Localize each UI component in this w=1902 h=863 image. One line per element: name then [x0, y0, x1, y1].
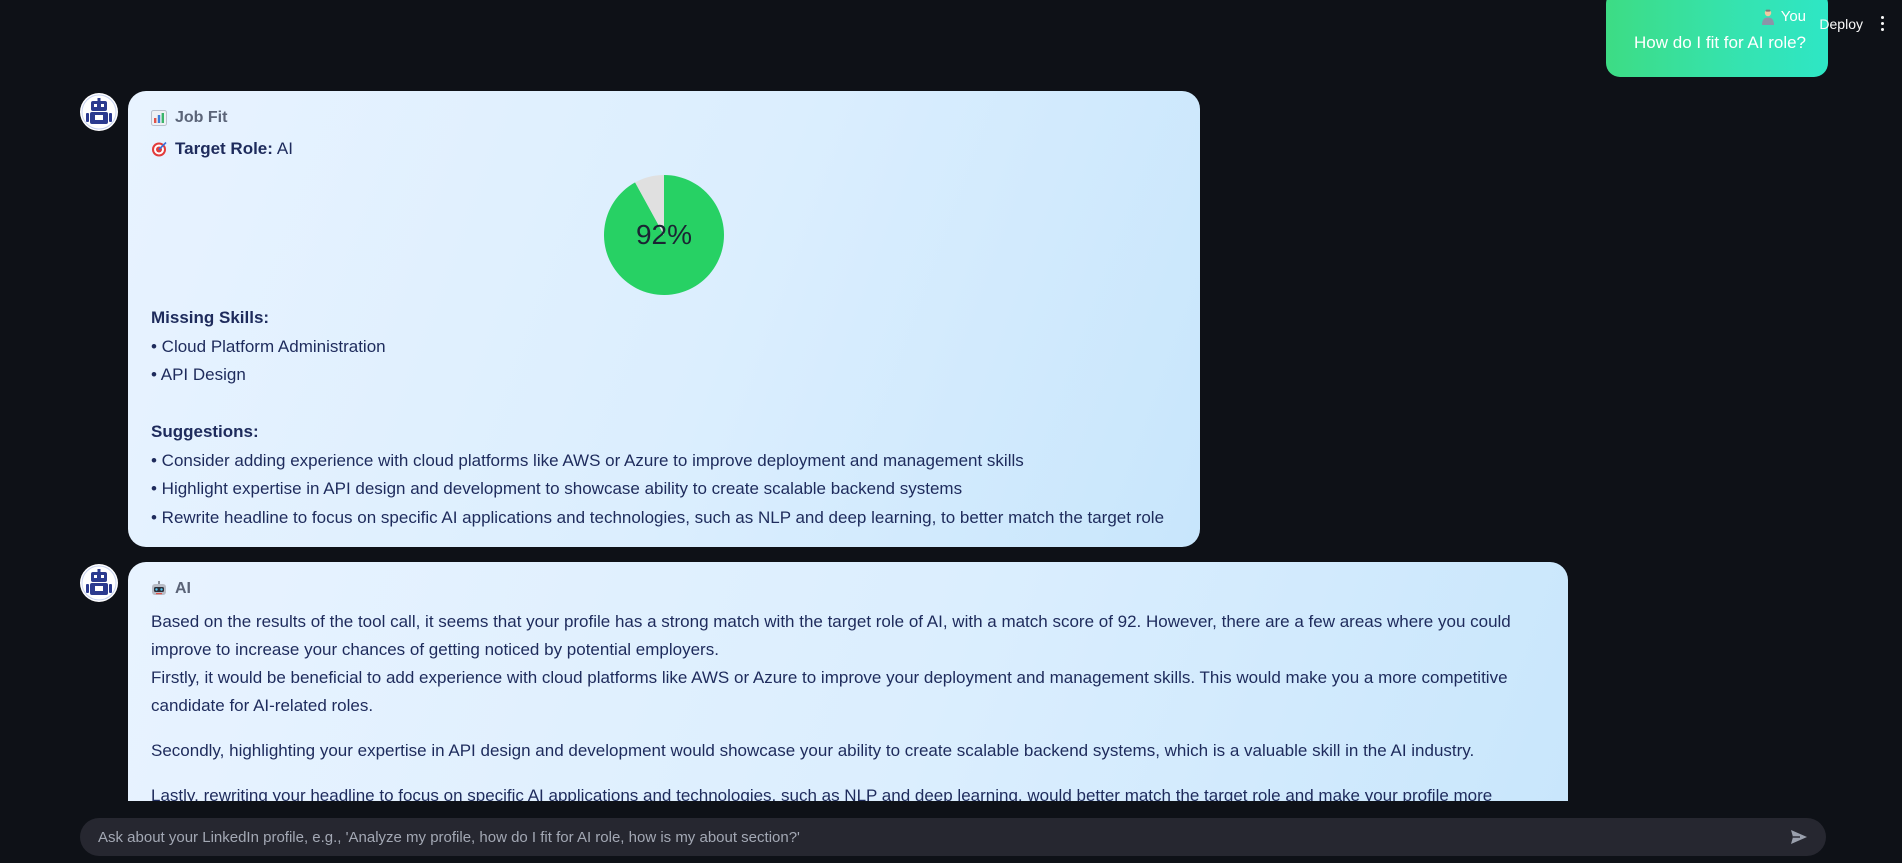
person-icon	[1761, 9, 1774, 25]
ai-response-header: AI	[151, 580, 1545, 598]
bot-avatar	[80, 93, 118, 131]
suggestion-item: • Rewrite headline to focus on specific …	[151, 508, 1165, 527]
suggestion-item: • Highlight expertise in API design and …	[151, 479, 963, 498]
match-percent-label: 92%	[635, 219, 693, 250]
target-role-value: AI	[276, 139, 293, 158]
ai-response-paragraph: Firstly, it would be beneficial to add e…	[151, 668, 1508, 715]
job-fit-header: Job Fit	[151, 109, 1177, 127]
ai-response-card: AI Based on the results of the tool call…	[128, 562, 1568, 801]
bar-chart-icon	[151, 110, 167, 126]
top-toolbar: Deploy	[1819, 14, 1888, 33]
user-message-header: You	[1628, 8, 1806, 25]
target-icon	[152, 141, 167, 157]
send-icon	[1791, 830, 1807, 844]
job-fit-card: Job Fit Target Role: AI 92% Missing Skil…	[128, 91, 1200, 547]
job-fit-title: Job Fit	[175, 109, 228, 126]
user-message-text: How do I fit for AI role?	[1634, 33, 1806, 52]
ai-response-paragraph: Based on the results of the tool call, i…	[151, 612, 1511, 659]
ai-response-paragraph: Lastly, rewriting your headline to focus…	[151, 786, 1493, 801]
target-role-label: Target Role:	[175, 139, 273, 158]
user-message-bubble: You How do I fit for AI role?	[1606, 0, 1828, 77]
bot-avatar	[80, 564, 118, 602]
chat-area: You How do I fit for AI role? Job Fit Ta…	[0, 0, 1902, 801]
missing-skills-title: Missing Skills:	[151, 308, 270, 327]
chat-input[interactable]	[96, 827, 1788, 847]
target-role-line: Target Role: AI	[151, 139, 1177, 159]
user-sender-label: You	[1780, 8, 1806, 25]
missing-skill-item: • Cloud Platform Administration	[151, 337, 386, 356]
robot-face-icon	[152, 581, 166, 595]
robot-icon	[81, 565, 117, 601]
ai-response-title: AI	[175, 580, 191, 597]
match-pie-chart: 92%	[602, 173, 726, 297]
suggestion-item: • Consider adding experience with cloud …	[151, 451, 1024, 470]
chat-input-bar	[80, 818, 1826, 856]
ai-response-paragraph: Secondly, highlighting your expertise in…	[151, 741, 1475, 760]
send-button[interactable]	[1788, 826, 1810, 848]
deploy-button[interactable]: Deploy	[1819, 16, 1863, 32]
suggestions-title: Suggestions:	[151, 422, 259, 441]
kebab-menu-icon[interactable]	[1877, 14, 1888, 33]
missing-skill-item: • API Design	[151, 365, 246, 384]
robot-icon	[81, 94, 117, 130]
